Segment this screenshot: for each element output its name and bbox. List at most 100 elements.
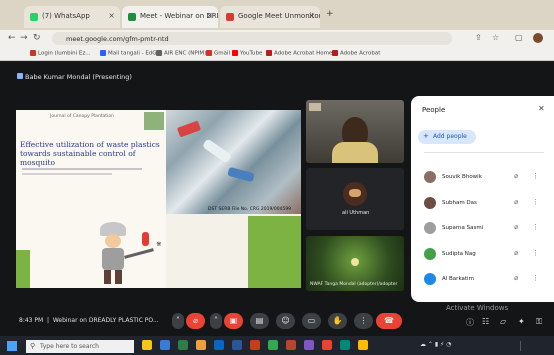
presenting-icon <box>17 73 23 79</box>
new-tab-button[interactable]: + <box>326 9 334 19</box>
bookmark-item[interactable]: Login (lumbini Ez... <box>30 50 91 57</box>
participant-tile-avatar[interactable]: ali Uthman <box>306 168 404 230</box>
tab-meet[interactable]: Meet - Webinar on DREA × <box>122 6 218 28</box>
extensions-icon[interactable]: ▢ <box>515 33 523 42</box>
gmail-icon <box>206 50 212 56</box>
bookmark-item[interactable]: Adobe Acrobat Home <box>266 50 332 57</box>
clock-area[interactable] <box>520 341 542 351</box>
app-icon[interactable] <box>322 340 332 350</box>
youtube-icon <box>232 50 238 56</box>
mic-off-icon[interactable]: ⌀ <box>514 274 518 282</box>
bookmark-item[interactable]: Gmail <box>206 50 230 57</box>
meet-icon <box>128 13 136 21</box>
add-person-icon: + <box>423 132 429 140</box>
bookmark-item[interactable]: Adobe Acrobat <box>332 50 380 57</box>
share-icon[interactable]: ⇪ <box>475 33 482 42</box>
person-shirt <box>332 142 378 163</box>
camera-off-button[interactable]: ▣ <box>224 313 243 329</box>
mic-off-button[interactable]: ⌀ <box>186 313 205 329</box>
participant-row[interactable]: Sudipta Nag ⌀ ⋮ <box>424 248 544 262</box>
flower-shape <box>351 258 359 266</box>
app-icon[interactable] <box>304 340 314 350</box>
weather-icon[interactable] <box>142 340 152 350</box>
reload-icon[interactable]: ↻ <box>33 33 41 43</box>
participant-row[interactable]: Souvik Bhowik ⌀ ⋮ <box>424 171 544 185</box>
powerpoint-icon[interactable] <box>250 340 260 350</box>
bookmark-item[interactable]: YouTube <box>232 50 262 57</box>
present-button[interactable]: ▭ <box>302 313 321 329</box>
participant-tile-video[interactable]: NWAF Tanga Mondal (adopter)/adopter <box>306 236 404 291</box>
star-icon[interactable]: ☆ <box>492 33 499 42</box>
app-icon[interactable] <box>340 340 350 350</box>
tab-google-meet[interactable]: Google Meet Unmonitor sun × <box>220 6 320 28</box>
back-icon[interactable]: ← <box>8 33 16 43</box>
more-options-icon[interactable]: ⋮ <box>532 223 539 231</box>
avatar <box>424 222 436 234</box>
people-panel-title: People <box>422 106 446 114</box>
mic-off-icon[interactable]: ⌀ <box>514 172 518 180</box>
excel-icon[interactable] <box>178 340 188 350</box>
app-icon[interactable] <box>358 340 368 350</box>
people-icon[interactable]: ☷ <box>482 317 489 326</box>
search-placeholder: Type here to search <box>40 343 99 350</box>
close-icon[interactable]: × <box>108 11 115 20</box>
more-options-icon[interactable]: ⋮ <box>532 274 539 282</box>
acrobat-icon <box>266 50 272 56</box>
divider <box>424 152 544 153</box>
cartoon-face <box>105 234 121 248</box>
captions-button[interactable]: ▤ <box>250 313 269 329</box>
participant-row[interactable]: Al Barkatim ⌀ ⋮ <box>424 273 544 287</box>
wall-frame <box>309 103 321 111</box>
journal-name: Journal of Canopy Plantation <box>50 114 114 119</box>
more-options-icon[interactable]: ⋮ <box>532 249 539 257</box>
forward-icon[interactable]: → <box>20 33 28 43</box>
slide-left-panel <box>16 110 166 288</box>
system-tray[interactable]: ☁ ⌃ ▮ ⚡ ◔ <box>420 341 451 348</box>
add-people-button[interactable]: + Add people <box>418 130 476 144</box>
lock-icon[interactable]: ⚿ <box>536 317 542 327</box>
participant-tile-camera[interactable] <box>306 100 404 163</box>
participant-row[interactable]: Suparna Sasmi ⌀ ⋮ <box>424 222 544 236</box>
presented-slide: Journal of Canopy Plantation Effective u… <box>16 110 301 288</box>
taskbar-search-input[interactable]: ⚲ Type here to search <box>26 340 134 353</box>
more-options-button[interactable]: ⋮ <box>354 313 373 329</box>
chat-icon[interactable]: ▱ <box>500 317 506 326</box>
chrome-icon[interactable] <box>268 340 278 350</box>
close-icon[interactable]: ✕ <box>538 104 545 113</box>
activities-icon[interactable]: ✦ <box>518 317 525 326</box>
more-options-icon[interactable]: ⋮ <box>532 172 539 180</box>
avatar <box>424 197 436 209</box>
tab-title: (7) WhatsApp <box>42 12 90 20</box>
task-view-icon[interactable] <box>160 340 170 350</box>
edge-icon[interactable] <box>214 340 224 350</box>
participant-row[interactable]: Subham Das ⌀ ⋮ <box>424 197 544 211</box>
presenting-label: Babe Kumar Mondal (Presenting) <box>25 73 132 81</box>
close-icon[interactable]: × <box>206 11 213 20</box>
bookmark-icon <box>156 50 162 56</box>
raise-hand-button[interactable]: ✋ <box>328 313 347 329</box>
more-options-icon[interactable]: ⋮ <box>532 198 539 206</box>
tab-whatsapp[interactable]: (7) WhatsApp × <box>24 6 120 28</box>
close-icon[interactable]: × <box>308 11 315 20</box>
word-icon[interactable] <box>232 340 242 350</box>
acrobat-icon[interactable] <box>286 340 296 350</box>
windows-start-icon[interactable] <box>7 341 17 351</box>
mic-off-icon[interactable]: ⌀ <box>514 249 518 257</box>
mic-off-icon[interactable]: ⌀ <box>514 223 518 231</box>
avatar[interactable] <box>533 33 543 43</box>
url-text: meet.google.com/gfm-pmtr-ntd <box>66 35 169 43</box>
cartoon-leg <box>115 270 122 284</box>
bookmark-item[interactable]: Mail tangali - EdG <box>100 50 157 57</box>
file-explorer-icon[interactable] <box>196 340 206 350</box>
bookmark-item[interactable]: AIR ENC (NPIM) <box>156 50 206 57</box>
participant-name: NWAF Tanga Mondal (adopter)/adopter <box>310 282 398 287</box>
activate-windows-watermark: Activate Windows <box>446 304 509 312</box>
info-icon[interactable]: ⓘ <box>466 317 474 328</box>
audio-options-icon[interactable]: ˄ <box>172 313 184 329</box>
mic-off-icon[interactable]: ⌀ <box>514 198 518 206</box>
video-options-icon[interactable]: ˄ <box>210 313 222 329</box>
address-bar[interactable]: meet.google.com/gfm-pmtr-ntd <box>52 32 452 45</box>
google-icon <box>226 13 234 21</box>
emoji-button[interactable]: ☺ <box>276 313 295 329</box>
leave-call-button[interactable]: ☎ <box>376 313 402 329</box>
